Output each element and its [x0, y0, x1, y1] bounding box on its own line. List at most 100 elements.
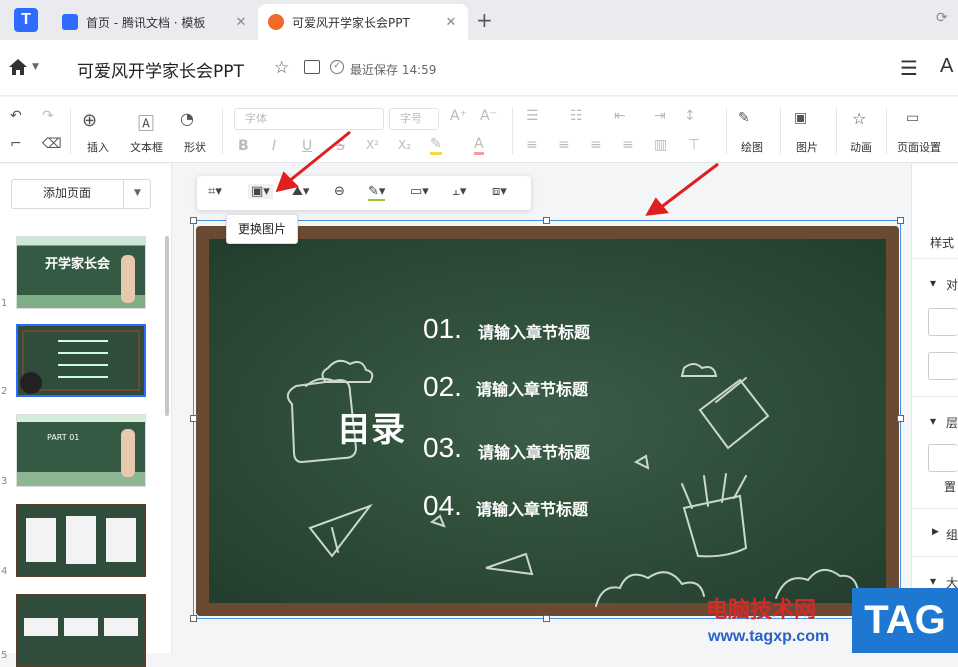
outdent-icon[interactable]: ⇤: [614, 108, 626, 124]
slide-number: 4: [1, 566, 8, 577]
textbox-icon[interactable]: 🄰: [138, 110, 154, 134]
close-icon[interactable]: ✕: [234, 15, 248, 30]
section-group-label[interactable]: 组: [946, 526, 958, 543]
resize-handle[interactable]: [190, 615, 197, 622]
slide-thumbnail-3[interactable]: PART 01: [16, 414, 146, 487]
arrow-to-replace-icon: [287, 130, 351, 184]
image-icon[interactable]: ▣: [794, 110, 807, 126]
watermark-tag-logo: TAG: [852, 588, 958, 653]
add-page-button[interactable]: 添加页面: [11, 179, 123, 209]
animation-icon[interactable]: ☆: [852, 109, 866, 128]
resize-handle[interactable]: [897, 415, 904, 422]
insert-button[interactable]: 插入: [87, 139, 109, 155]
new-tab-button[interactable]: +: [476, 8, 493, 32]
divider: [912, 396, 958, 397]
shape-icon[interactable]: ◔: [180, 109, 194, 128]
chevron-down-icon[interactable]: ▼: [32, 62, 39, 72]
indent-icon[interactable]: ⇥: [654, 108, 666, 124]
page-setup-button[interactable]: 页面设置: [897, 139, 941, 155]
watermark-site-name: 电脑技术网: [706, 598, 817, 623]
bullet-list-icon[interactable]: ☰: [526, 108, 539, 124]
tab-home-templates[interactable]: 首页 - 腾讯文档 · 模板 ✕: [52, 4, 258, 40]
divider: [912, 258, 958, 259]
chevron-down-icon[interactable]: ▼: [123, 179, 151, 209]
redo-icon[interactable]: ↷: [42, 108, 54, 124]
save-status: 最近保存 14:59: [350, 63, 437, 77]
menu-icon[interactable]: ☰: [900, 56, 918, 80]
ppt-icon: [268, 14, 284, 30]
arrow-to-image: [659, 162, 719, 210]
chevron-down-icon[interactable]: ▾: [930, 414, 936, 428]
thumbnail-title: PART 01: [47, 433, 80, 442]
chevron-down-icon[interactable]: ▾: [930, 276, 936, 290]
annotation-arrows: [275, 130, 719, 216]
page-setup-icon[interactable]: ▭: [906, 110, 919, 126]
increase-font-icon[interactable]: A⁺: [450, 108, 467, 124]
draw-button[interactable]: 绘图: [741, 139, 763, 155]
align-option-box[interactable]: [928, 352, 958, 380]
bold-button[interactable]: B: [238, 138, 249, 154]
tab-title: 首页 - 腾讯文档 · 模板: [86, 15, 206, 30]
slide-thumbnail-5[interactable]: [16, 594, 146, 667]
insert-icon[interactable]: ⊕: [82, 110, 97, 131]
tab-current-document[interactable]: 可爱风开学家长会PPT ✕: [258, 4, 468, 40]
align-left-button[interactable]: [928, 308, 958, 336]
move-to-folder-icon[interactable]: [304, 60, 320, 74]
undo-icon[interactable]: ↶: [10, 108, 22, 124]
divider: [912, 508, 958, 509]
slide-number: 2: [1, 386, 8, 397]
chevron-right-icon[interactable]: ▶: [932, 527, 939, 537]
slide-thumbnail-1[interactable]: 开学家长会: [16, 236, 146, 309]
presenter-avatar-icon: [20, 372, 42, 394]
decrease-font-icon[interactable]: A⁻: [480, 108, 497, 124]
divider: [222, 108, 223, 154]
app-logo-icon[interactable]: T: [14, 8, 38, 32]
girl-illustration: [121, 255, 135, 303]
resize-handle[interactable]: [190, 217, 197, 224]
girl-illustration: [121, 429, 135, 477]
numbered-list-icon[interactable]: ☷: [570, 108, 583, 124]
textbox-button[interactable]: 文本框: [130, 139, 163, 155]
layer-button[interactable]: [928, 444, 958, 472]
resize-handle[interactable]: [190, 415, 197, 422]
divider: [886, 108, 887, 154]
font-size-select[interactable]: 字号: [389, 108, 439, 130]
close-icon[interactable]: ✕: [444, 15, 458, 30]
thumbnail-scrollbar[interactable]: [165, 236, 169, 416]
shape-button[interactable]: 形状: [184, 139, 206, 155]
resize-handle[interactable]: [543, 615, 550, 622]
font-family-select[interactable]: 字体: [234, 108, 384, 130]
thumbnail-title: 开学家长会: [45, 257, 111, 272]
image-button[interactable]: 图片: [796, 139, 818, 155]
eraser-icon[interactable]: ⌫: [42, 136, 62, 152]
animation-button[interactable]: 动画: [850, 139, 872, 155]
slide-number: 3: [1, 476, 8, 487]
tencent-docs-icon: [62, 14, 78, 30]
watermark-url: www.tagxp.com: [708, 628, 830, 645]
bring-front-label: 置: [944, 480, 957, 494]
tab-title: 可爱风开学家长会PPT: [292, 15, 410, 30]
document-title[interactable]: 可爱风开学家长会PPT: [77, 57, 244, 82]
divider: [70, 108, 71, 154]
home-icon[interactable]: [8, 58, 28, 76]
section-layer-label[interactable]: 层: [946, 414, 958, 431]
section-align-label[interactable]: 对: [946, 276, 958, 293]
draw-icon[interactable]: ✎: [738, 110, 750, 126]
divider: [836, 108, 837, 154]
slide-number: 5: [1, 650, 8, 661]
image-selection-frame[interactable]: [193, 220, 901, 619]
style-tab[interactable]: 样式: [930, 234, 954, 251]
divider: [726, 108, 727, 154]
format-painter-icon[interactable]: ⌐: [10, 136, 22, 152]
refresh-icon[interactable]: ⟳: [936, 10, 948, 26]
slide-number: 1: [1, 298, 8, 309]
resize-handle[interactable]: [897, 217, 904, 224]
divider: [912, 556, 958, 557]
divider: [780, 108, 781, 154]
star-icon[interactable]: ☆: [274, 58, 289, 78]
chevron-down-icon[interactable]: ▾: [930, 574, 936, 588]
crop-icon[interactable]: ⌗▾: [208, 184, 222, 199]
slide-thumbnail-4[interactable]: [16, 504, 146, 577]
line-spacing-icon[interactable]: ↕: [684, 108, 696, 124]
account-icon[interactable]: A: [940, 55, 953, 78]
